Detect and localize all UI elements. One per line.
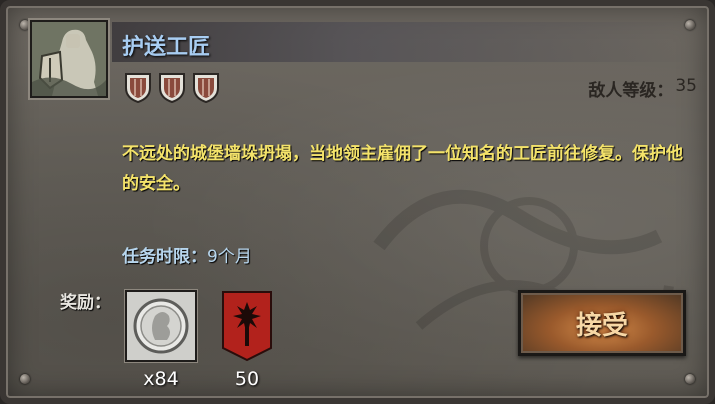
time-limit: 任务时限：9个月 bbox=[122, 242, 252, 267]
quest-title: 护送工匠 bbox=[122, 35, 211, 60]
knight-statue-icon bbox=[32, 22, 106, 96]
rivet-decoration bbox=[685, 374, 695, 384]
difficulty-shield-icon bbox=[125, 73, 151, 104]
rewards-label: 奖励： bbox=[60, 293, 111, 313]
quest-portrait bbox=[30, 20, 108, 98]
rivet-decoration bbox=[20, 374, 30, 384]
difficulty-shields bbox=[124, 72, 220, 104]
time-limit-label: 任务时限： bbox=[122, 247, 207, 267]
enemy-level: 敌人等级： 35 bbox=[588, 76, 697, 101]
reward-banner[interactable] bbox=[221, 290, 273, 362]
reward-amount: 50 bbox=[234, 368, 260, 390]
enemy-level-value: 35 bbox=[675, 76, 697, 96]
enemy-level-label: 敌人等级： bbox=[588, 81, 674, 101]
accept-button[interactable]: 接受 bbox=[518, 290, 686, 356]
silver-coin-icon bbox=[127, 292, 195, 360]
accept-button-label: 接受 bbox=[575, 310, 628, 341]
difficulty-shield-icon bbox=[159, 73, 185, 104]
reward-amount: x84 bbox=[143, 368, 179, 390]
faction-banner-icon bbox=[222, 291, 272, 362]
reward-coin[interactable] bbox=[125, 290, 197, 362]
time-limit-value: 9个月 bbox=[207, 247, 252, 267]
rivet-decoration bbox=[20, 20, 30, 30]
quest-description: 不远处的城堡墙垛坍塌，当地领主雇佣了一位知名的工匠前往修复。保护他的安全。 bbox=[122, 144, 683, 194]
difficulty-shield-icon bbox=[193, 73, 219, 104]
